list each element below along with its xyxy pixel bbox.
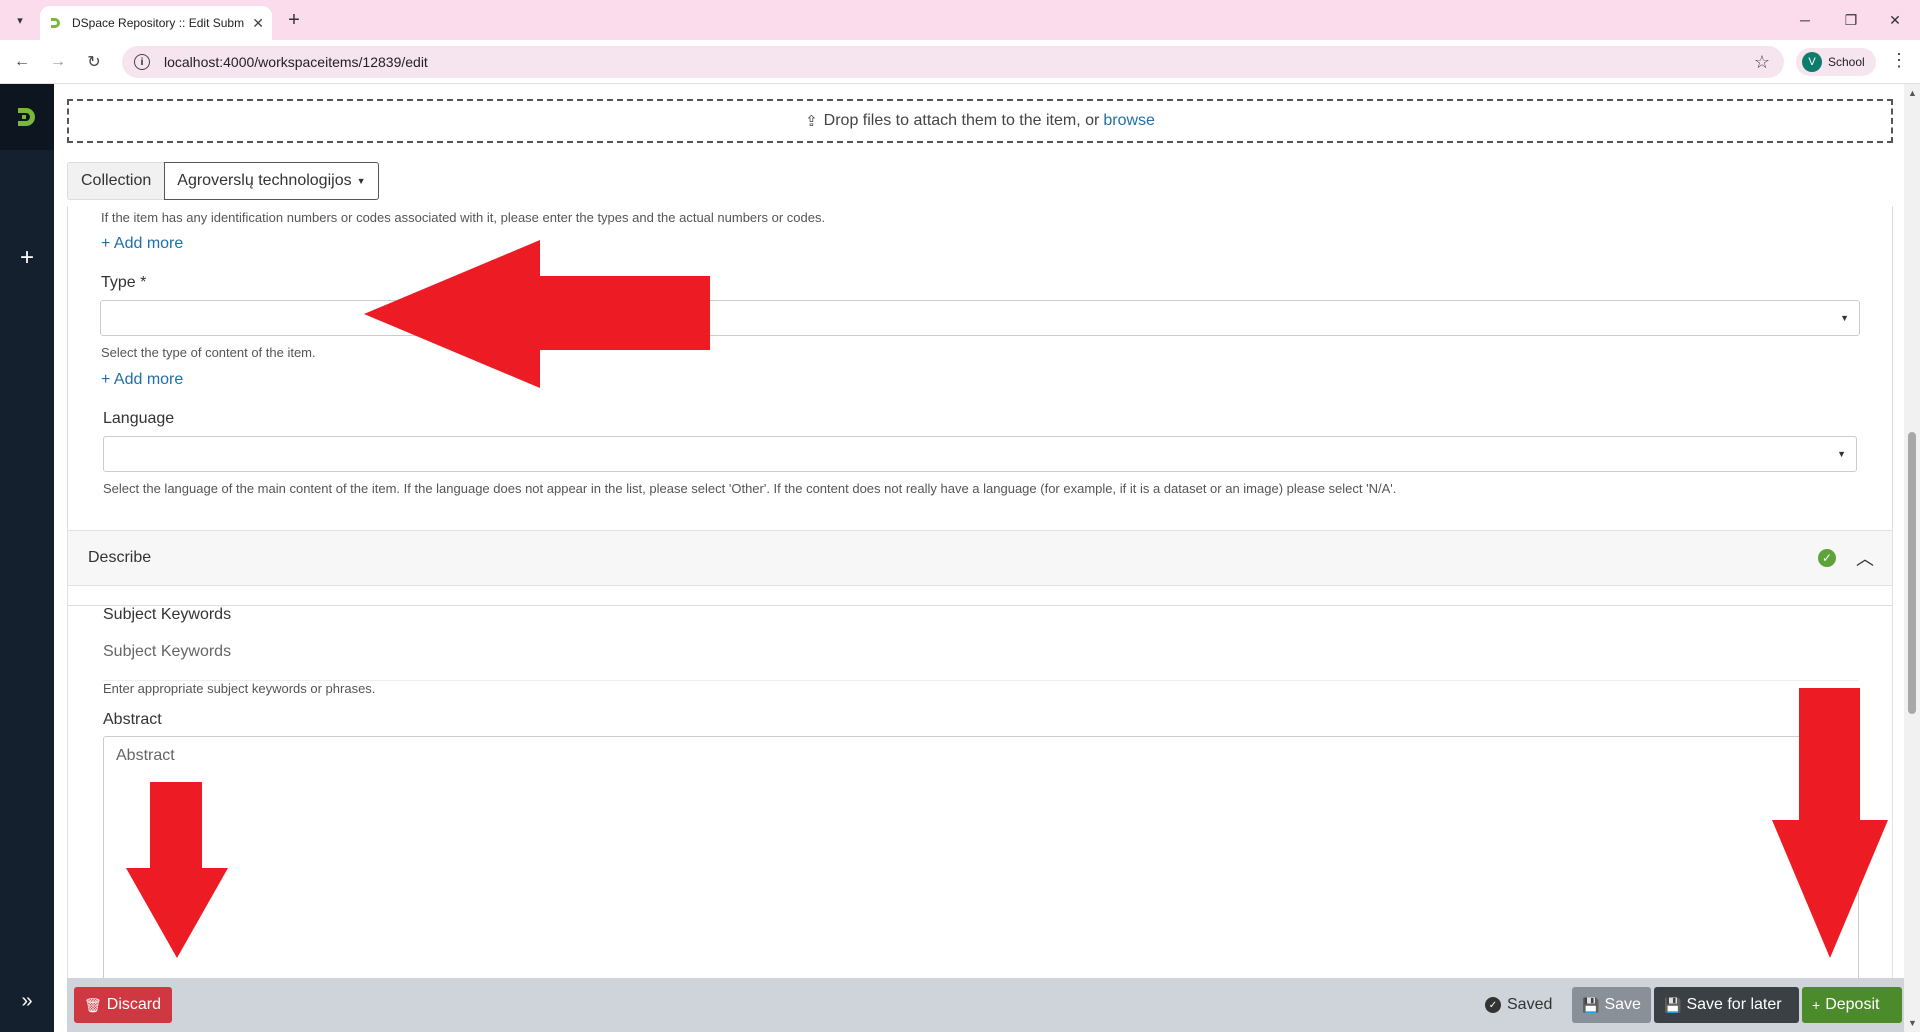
type-help: Select the type of content of the item. [101,345,316,360]
browser-tab-bar: ▾ DSpace Repository :: Edit Subm ✕ + ─ ❐… [0,0,1920,40]
section-valid-icon: ✓ [1818,549,1836,567]
site-info-icon[interactable]: i [134,54,150,70]
expand-sidebar-icon[interactable]: » [0,990,54,1013]
discard-label: Discard [106,996,162,1013]
collection-label: Collection [67,162,165,200]
identifiers-help: If the item has any identification numbe… [101,210,826,225]
dspace-favicon-icon [51,18,60,28]
trash-icon: 🗑 [84,996,102,1013]
browser-tab[interactable]: DSpace Repository :: Edit Subm ✕ [40,6,272,40]
deposit-button[interactable]: + Deposit [1802,987,1902,1023]
describe-title: Describe [88,549,152,566]
reload-button[interactable]: ↻ [82,50,106,74]
collection-dropdown[interactable]: Agroverslų technologijos ▼ [164,162,379,200]
plus-icon: + [1812,997,1821,1013]
address-bar[interactable]: i localhost:4000/workspaceitems/12839/ed… [122,46,1784,78]
back-button[interactable]: ← [10,50,34,74]
new-menu-icon[interactable]: + [0,244,54,272]
identifiers-add-more-label: Add more [113,235,184,252]
language-label: Language [103,410,175,427]
forward-button[interactable]: → [46,50,70,74]
profile-name: School [1828,55,1865,69]
type-add-more[interactable]: + Add more [101,371,183,389]
dropdown-arrow-icon: ▼ [1840,313,1849,323]
floppy-disk-icon: 💾 [1664,996,1682,1013]
dropzone-text: Drop files to attach them to the item, o… [823,112,1100,129]
profile-button[interactable]: V School [1796,48,1876,76]
identifiers-add-more[interactable]: + Add more [101,235,183,253]
deposit-label: Deposit [1825,996,1880,1013]
keywords-input[interactable]: Subject Keywords [103,643,1859,681]
tab-search-button[interactable]: ▾ [8,8,32,32]
browser-toolbar: ← → ↻ i localhost:4000/workspaceitems/12… [0,40,1920,84]
keywords-label: Subject Keywords [103,606,232,623]
dspace-logo-icon [18,108,35,126]
submission-form: ⇪ Drop files to attach them to the item,… [54,84,1904,1032]
scrollbar-thumb[interactable] [1908,432,1916,714]
dspace-logo[interactable] [0,84,54,150]
save-for-later-label: Save for later [1686,996,1782,1013]
floppy-disk-icon: 💾 [1582,996,1600,1013]
language-help: Select the language of the main content … [103,481,1397,496]
down-arrow-annotation-left [126,782,228,958]
minimize-button[interactable]: ─ [1790,8,1820,32]
discard-button[interactable]: 🗑 Discard [74,987,172,1023]
avatar: V [1802,52,1822,72]
collection-selector: Collection Agroverslų technologijos ▼ [67,162,379,200]
scroll-down-icon[interactable]: ▼ [1908,1018,1917,1028]
language-select[interactable]: ▼ [103,436,1857,472]
check-circle-icon: ✓ [1485,997,1501,1013]
down-arrow-annotation-right [1772,688,1888,958]
describe-section-header[interactable]: Describe ✓ ︿ [67,530,1893,586]
tab-title: DSpace Repository :: Edit Subm [72,16,245,30]
tab-close-icon[interactable]: ✕ [252,15,264,32]
left-arrow-annotation [364,240,710,388]
caret-down-icon: ▼ [356,176,366,186]
url-text: localhost:4000/workspaceitems/12839/edit [164,54,428,70]
chevron-up-icon[interactable]: ︿ [1856,545,1874,571]
saved-label: Saved [1507,996,1553,1013]
submission-footer: 🗑 Discard ✓ Saved 💾 Save 💾 Save for late… [67,978,1904,1032]
keywords-help: Enter appropriate subject keywords or ph… [103,681,376,696]
abstract-label: Abstract [103,711,162,728]
dropdown-arrow-icon: ▼ [1837,449,1846,459]
type-label: Type * [101,274,147,291]
close-window-button[interactable]: ✕ [1880,8,1910,32]
page-scrollbar[interactable]: ▲ ▼ [1904,84,1920,1032]
app-sidebar: + » [0,84,54,1032]
browser-menu-icon[interactable]: ⋮ [1890,50,1908,71]
file-dropzone[interactable]: ⇪ Drop files to attach them to the item,… [67,99,1893,143]
new-tab-button[interactable]: + [282,8,306,32]
save-button[interactable]: 💾 Save [1572,987,1651,1023]
upload-icon: ⇪ [805,113,818,130]
type-add-more-label: Add more [113,371,184,388]
save-for-later-button[interactable]: 💾 Save for later [1654,987,1799,1023]
collection-value: Agroverslų technologijos [177,172,352,189]
restore-button[interactable]: ❐ [1836,8,1866,32]
saved-status: ✓ Saved [1485,996,1552,1014]
save-label: Save [1604,996,1641,1013]
browse-link[interactable]: browse [1103,112,1155,130]
bookmark-star-icon[interactable]: ☆ [1754,52,1770,73]
scroll-up-icon[interactable]: ▲ [1908,88,1917,98]
